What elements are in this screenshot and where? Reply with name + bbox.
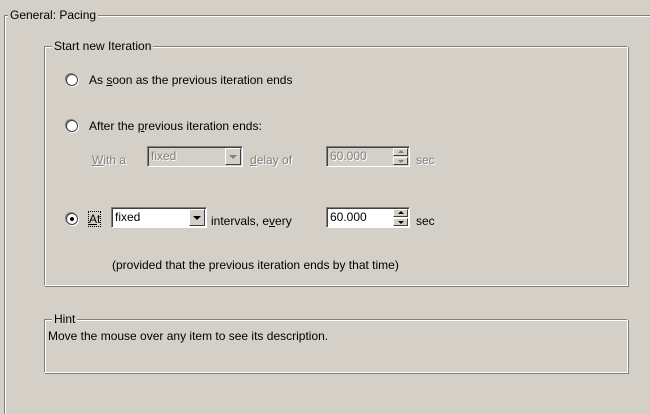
radio-after-previous-ends[interactable] bbox=[66, 120, 78, 132]
spin-down-icon[interactable] bbox=[393, 157, 408, 165]
delay-spinbox-value: 60.000 bbox=[330, 149, 367, 163]
general-pacing-title: General: Pacing bbox=[8, 8, 99, 22]
label-after-previous-ends[interactable]: After the previous iteration ends: bbox=[89, 118, 262, 134]
hint-group: Hint Move the mouse over any item to see… bbox=[44, 312, 628, 373]
label-as-soon-as-previous-ends[interactable]: As soon as the previous iteration ends bbox=[89, 72, 292, 88]
option2-text-post: revious iteration ends: bbox=[144, 119, 262, 133]
delay-mnemonic: d bbox=[250, 153, 257, 167]
hint-text: Move the mouse over any item to see its … bbox=[48, 329, 329, 343]
chevron-down-icon[interactable] bbox=[189, 209, 205, 226]
interval-type-combobox[interactable]: fixed bbox=[111, 207, 207, 228]
delay-unit: sec bbox=[416, 153, 435, 167]
spin-buttons bbox=[393, 148, 408, 165]
radio-at-fixed-intervals[interactable] bbox=[66, 213, 78, 225]
spin-up-icon[interactable] bbox=[393, 148, 408, 156]
hint-title: Hint bbox=[52, 312, 78, 326]
interval-type-value: fixed bbox=[115, 210, 141, 224]
option1-text-post: oon as the previous iteration ends bbox=[112, 73, 293, 87]
with-a-rest: ith a bbox=[103, 153, 127, 167]
intervals-post: ery bbox=[275, 214, 292, 228]
delay-type-value: fixed bbox=[151, 149, 177, 163]
interval-note: (provided that the previous iteration en… bbox=[112, 258, 399, 272]
label-delay-of: delay of bbox=[250, 152, 292, 168]
delay-type-combobox[interactable]: fixed bbox=[147, 146, 243, 167]
label-with-a: With a bbox=[92, 152, 126, 168]
label-intervals-every: intervals, every bbox=[211, 213, 292, 229]
with-a-mnemonic: W bbox=[92, 153, 104, 167]
radio-as-soon-as-previous-ends[interactable] bbox=[66, 74, 78, 86]
delay-rest: elay of bbox=[256, 153, 293, 167]
label-at[interactable]: At bbox=[87, 211, 102, 227]
option2-text-pre: After the bbox=[89, 119, 138, 133]
intervals-pre: intervals, e bbox=[211, 214, 270, 228]
spin-buttons bbox=[393, 209, 408, 226]
chevron-down-icon[interactable] bbox=[225, 148, 241, 165]
at-mnemonic: A bbox=[89, 212, 98, 226]
interval-spinbox[interactable]: 60.000 bbox=[326, 207, 410, 228]
at-rest: t bbox=[97, 212, 101, 226]
spin-down-icon[interactable] bbox=[393, 218, 408, 226]
spin-up-icon[interactable] bbox=[393, 209, 408, 217]
delay-spinbox[interactable]: 60.000 bbox=[326, 146, 410, 167]
interval-unit: sec bbox=[416, 214, 435, 228]
start-iteration-title: Start new Iteration bbox=[52, 39, 154, 53]
interval-spinbox-value: 60.000 bbox=[330, 210, 367, 224]
option1-text-pre: As bbox=[89, 73, 107, 87]
pacing-dialog: General: Pacing Start new Iteration As s… bbox=[0, 0, 650, 414]
